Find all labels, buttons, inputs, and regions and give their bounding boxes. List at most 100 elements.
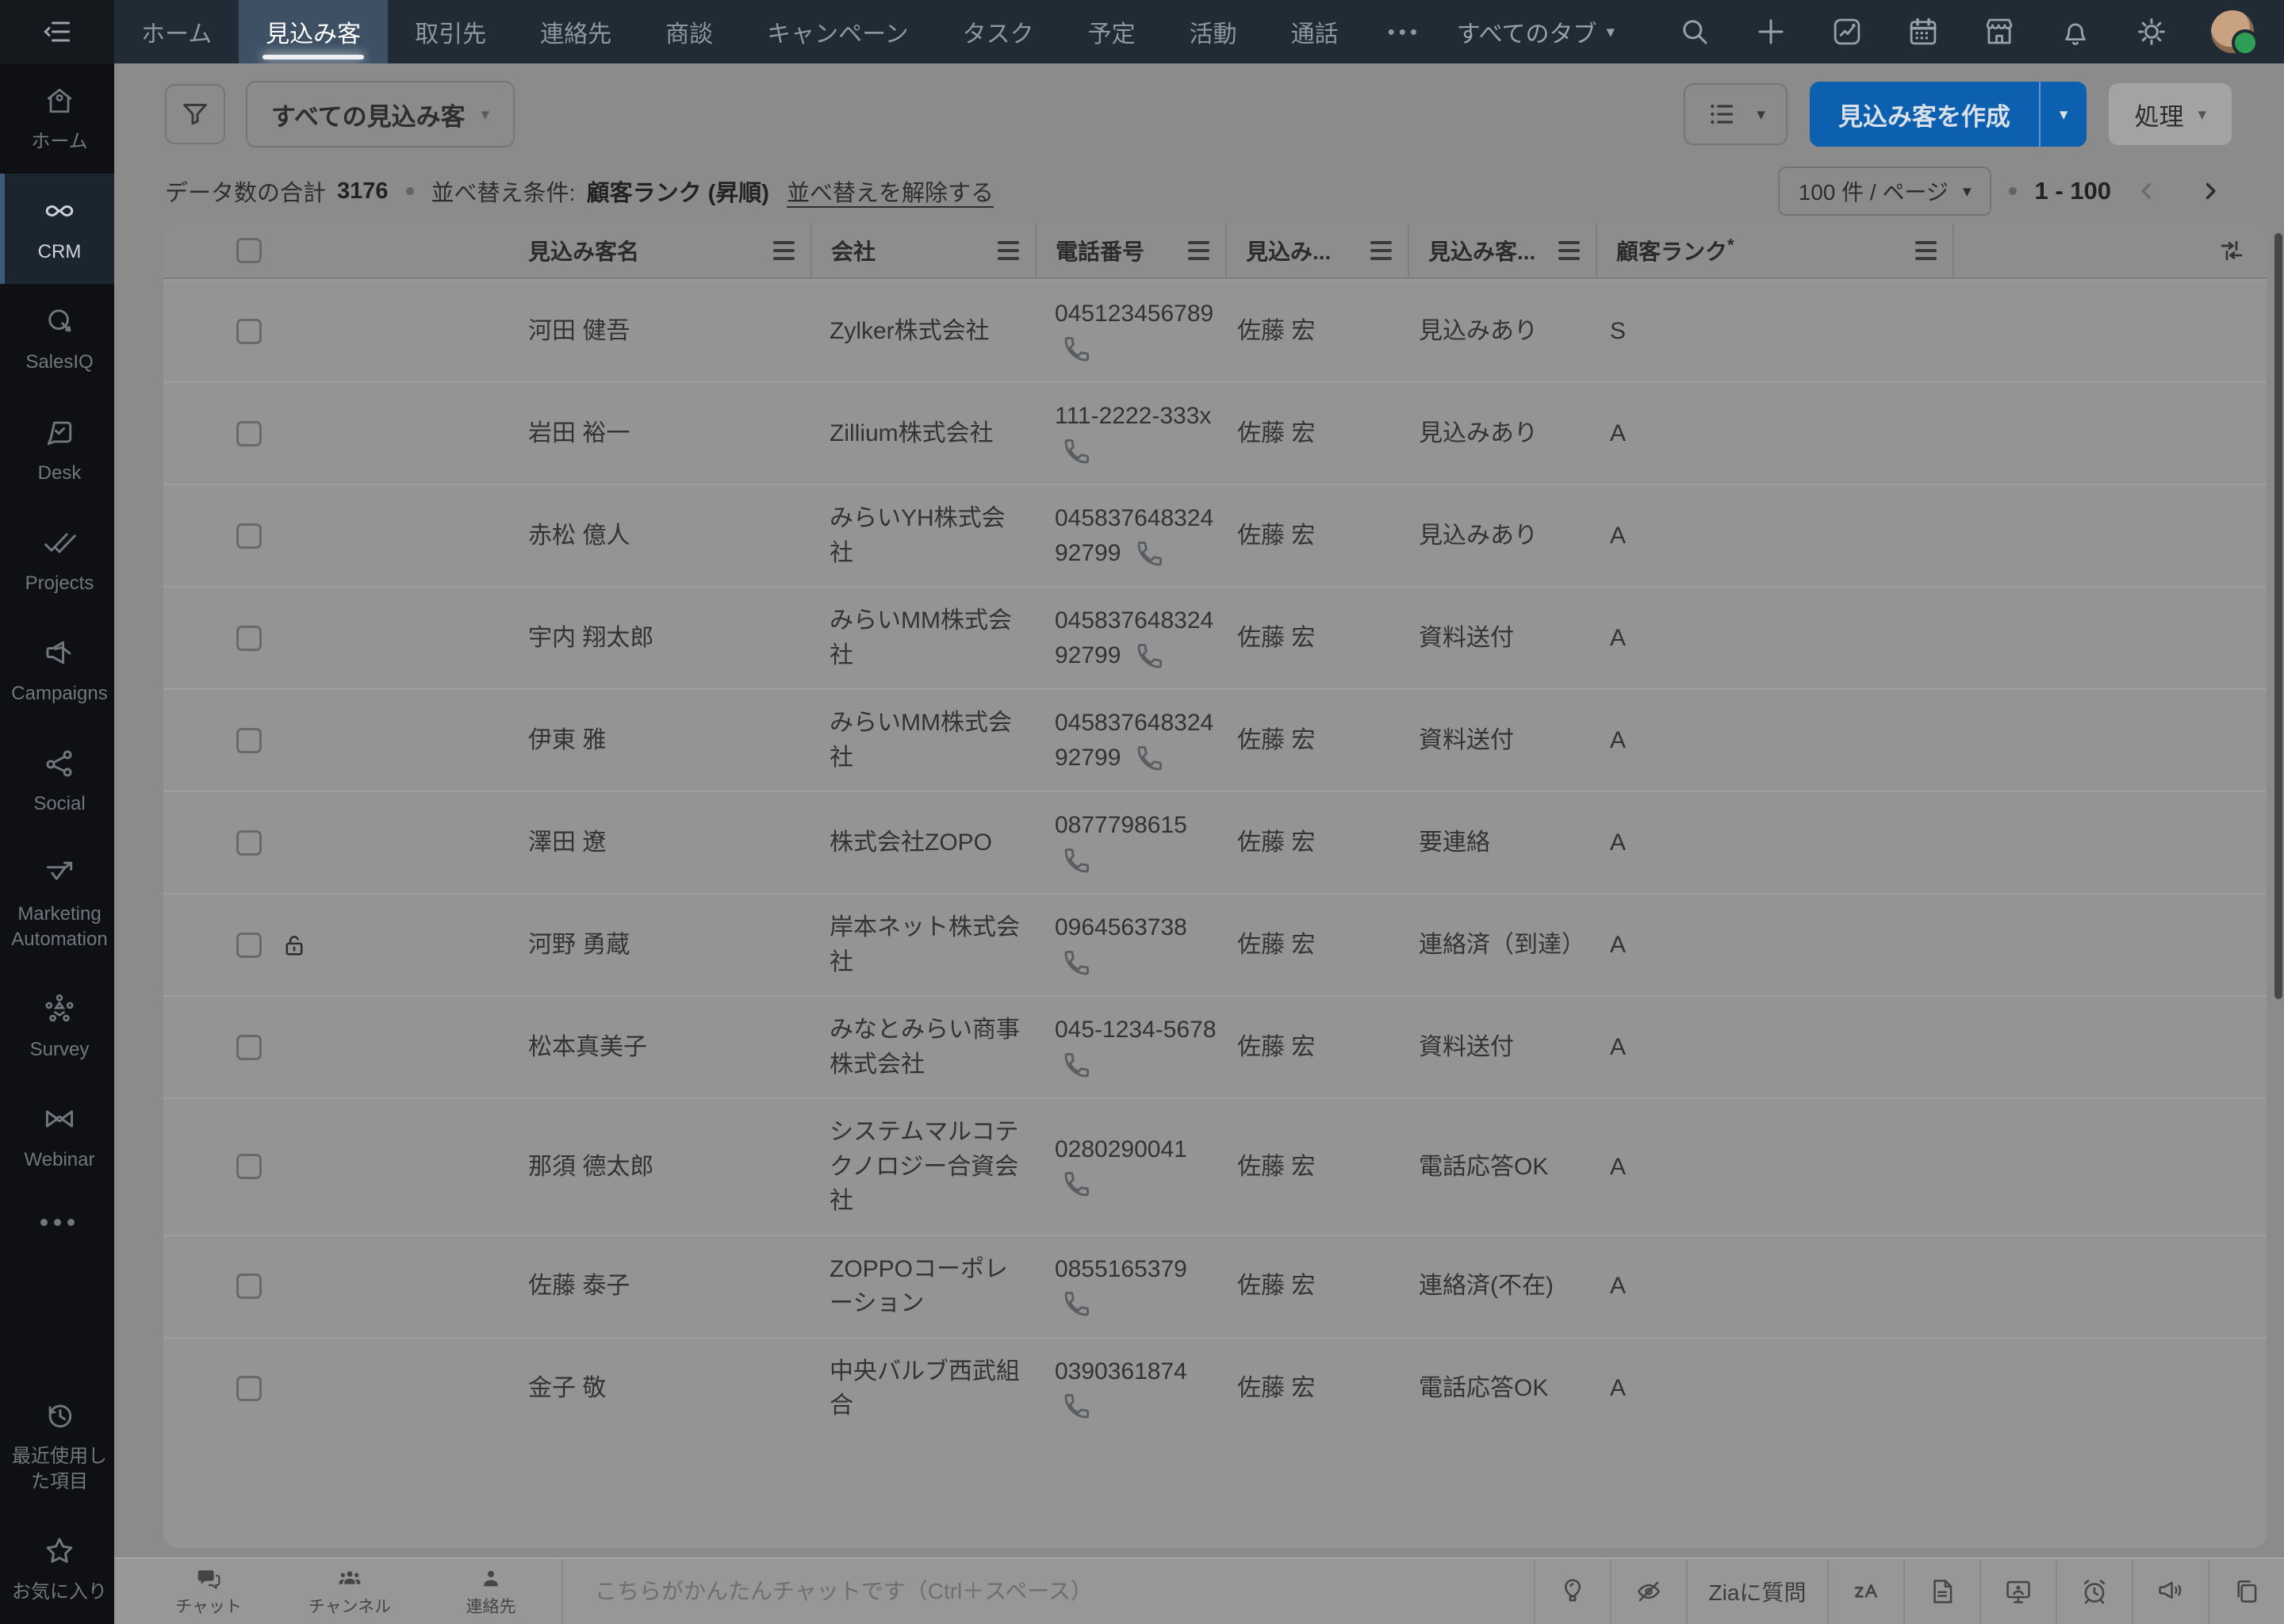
phone-call-icon[interactable]: [1061, 846, 1091, 876]
chat-tab[interactable]: チャット: [138, 1559, 279, 1624]
column-menu-icon[interactable]: [1370, 241, 1392, 260]
nav-tab[interactable]: 通話: [1264, 0, 1366, 63]
table-row[interactable]: 宇内 翔太郎 みらいMM株式会社 04583764832492799 佐藤 宏 …: [163, 586, 2267, 688]
table-row[interactable]: 佐藤 泰子 ZOPPOコーポレーション 0855165379 佐藤 宏 連絡済(…: [163, 1234, 2267, 1337]
table-row[interactable]: 澤田 遼 株式会社ZOPO 0877798615 佐藤 宏 要連絡 A: [163, 791, 2267, 893]
phone-call-icon[interactable]: [1061, 948, 1091, 979]
nav-tab[interactable]: 商談: [638, 0, 740, 63]
row-checkbox[interactable]: [236, 523, 262, 549]
row-checkbox[interactable]: [236, 1274, 262, 1299]
sidebar-item-projects[interactable]: Projects: [0, 505, 114, 615]
lead-name[interactable]: 那須 德太郎: [325, 1150, 811, 1185]
table-row[interactable]: 伊東 雅 みらいMM株式会社 04583764832492799 佐藤 宏 資料…: [163, 688, 2267, 791]
scrollbar-thumb[interactable]: [2274, 233, 2282, 999]
filter-button[interactable]: [165, 84, 225, 144]
notes-button[interactable]: [1903, 1559, 1979, 1624]
sidebar-item-favorites[interactable]: お気に入り: [0, 1514, 114, 1624]
lead-name[interactable]: 松本真美子: [325, 1030, 811, 1065]
process-actions-dropdown[interactable]: 処理 ▾: [2109, 83, 2232, 145]
wonder-balloon-button[interactable]: [1534, 1559, 1610, 1624]
sidebar-item-social[interactable]: Social: [0, 726, 114, 836]
ask-zia-button[interactable]: Ziaに質問: [1686, 1559, 1827, 1624]
table-row[interactable]: 岩田 裕一 Zillium株式会社 111-2222-333x 佐藤 宏 見込み…: [163, 381, 2267, 484]
row-checkbox[interactable]: [236, 318, 262, 344]
quick-chat-input[interactable]: [593, 1578, 1504, 1605]
sidebar-item-recent[interactable]: 最近使用した項目: [0, 1378, 114, 1513]
sort-condition-value[interactable]: 顧客ランク (昇順): [587, 174, 769, 208]
row-checkbox[interactable]: [236, 932, 262, 958]
lead-name[interactable]: 岩田 裕一: [325, 416, 811, 451]
nav-tab[interactable]: 取引先: [388, 0, 513, 63]
table-row[interactable]: 松本真美子 みなとみらい商事株式会社 045-1234-5678 佐藤 宏 資料…: [163, 995, 2267, 1097]
presentation-button[interactable]: [1979, 1559, 2056, 1624]
contacts-tab[interactable]: 連絡先: [420, 1559, 561, 1624]
hide-preview-button[interactable]: [1610, 1559, 1686, 1624]
column-menu-icon[interactable]: [773, 241, 795, 260]
phone-call-icon[interactable]: [1061, 1289, 1091, 1320]
next-page-button[interactable]: [2189, 170, 2232, 213]
column-header-customer-rank[interactable]: 顧客ランク*: [1596, 224, 1953, 278]
table-row[interactable]: 赤松 億人 みらいYH株式会社 04583764832492799 佐藤 宏 見…: [163, 484, 2267, 586]
nav-tab[interactable]: 予定: [1061, 0, 1163, 63]
list-view-style-dropdown[interactable]: ▾: [1684, 83, 1788, 145]
analytics-icon[interactable]: [1830, 15, 1864, 48]
table-row[interactable]: 河田 健吾 Zylker株式会社 045123456789 佐藤 宏 見込みあり…: [163, 279, 2267, 381]
nav-tab[interactable]: 連絡先: [513, 0, 638, 63]
phone-call-icon[interactable]: [1061, 1170, 1091, 1200]
row-checkbox[interactable]: [236, 625, 262, 651]
lead-name[interactable]: 金子 敬: [325, 1371, 811, 1406]
column-header-lead-status[interactable]: 見込み客...: [1408, 224, 1596, 278]
collapse-sidebar-button[interactable]: [0, 0, 114, 63]
nav-tab[interactable]: 活動: [1163, 0, 1264, 63]
zia-button[interactable]: [1827, 1559, 1903, 1624]
row-checkbox[interactable]: [236, 727, 262, 753]
view-selector-dropdown[interactable]: すべての見込み客 ▾: [246, 81, 515, 147]
sidebar-item-crm[interactable]: CRM: [0, 174, 114, 285]
nav-tab[interactable]: ホーム: [114, 0, 239, 63]
search-icon[interactable]: [1678, 15, 1711, 48]
sidebar-item-desk[interactable]: Desk: [0, 395, 114, 505]
sidebar-item-marketing-automation[interactable]: Marketing Automation: [0, 836, 114, 971]
column-menu-icon[interactable]: [1558, 241, 1580, 260]
sidebar-item-webinar[interactable]: Webinar: [0, 1082, 114, 1192]
phone-call-icon[interactable]: [1061, 1051, 1091, 1081]
sidebar-item-home[interactable]: ホーム: [0, 63, 114, 174]
phone-call-icon[interactable]: [1134, 539, 1164, 569]
column-header-company[interactable]: 会社: [811, 224, 1035, 278]
notifications-bell-icon[interactable]: [2059, 15, 2092, 48]
prev-page-button[interactable]: [2125, 170, 2168, 213]
create-lead-button[interactable]: 見込み客を作成: [1810, 82, 2039, 147]
table-row[interactable]: 金子 敬 中央バルブ西武組合 0390361874 佐藤 宏 電話応答OK A: [163, 1336, 2267, 1439]
phone-call-icon[interactable]: [1134, 642, 1164, 672]
lead-name[interactable]: 佐藤 泰子: [325, 1269, 811, 1304]
lead-name[interactable]: 澤田 遼: [325, 825, 811, 860]
table-row[interactable]: 河野 勇蔵 岸本ネット株式会社 0964563738 佐藤 宏 連絡済（到達） …: [163, 893, 2267, 995]
row-checkbox[interactable]: [236, 420, 262, 446]
sidebar-item-survey[interactable]: Survey: [0, 971, 114, 1082]
sidebar-item-salesiq[interactable]: SalesIQ: [0, 284, 114, 394]
phone-call-icon[interactable]: [1061, 335, 1091, 365]
select-all-checkbox[interactable]: [236, 238, 262, 263]
phone-call-icon[interactable]: [1061, 1392, 1091, 1422]
phone-call-icon[interactable]: [1134, 744, 1164, 774]
lead-name[interactable]: 河田 健吾: [325, 314, 811, 349]
phone-call-icon[interactable]: [1061, 437, 1091, 467]
calendar-icon[interactable]: [1907, 15, 1940, 48]
announcements-button[interactable]: [2132, 1559, 2208, 1624]
row-checkbox[interactable]: [236, 1154, 262, 1180]
column-menu-icon[interactable]: [1188, 241, 1209, 260]
copy-sheets-button[interactable]: [2208, 1559, 2284, 1624]
table-row[interactable]: 那須 德太郎 システムマルコテクノロジー合資会社 0280290041 佐藤 宏…: [163, 1097, 2267, 1235]
row-checkbox[interactable]: [236, 1376, 262, 1401]
manage-columns-icon[interactable]: [2217, 236, 2246, 265]
create-lead-dropdown-caret[interactable]: ▾: [2038, 82, 2087, 147]
clear-sort-link[interactable]: 並べ替えを解除する: [787, 174, 994, 208]
lead-name[interactable]: 宇内 翔太郎: [325, 621, 811, 656]
row-checkbox[interactable]: [236, 1034, 262, 1060]
lead-name[interactable]: 河野 勇蔵: [325, 928, 811, 963]
lead-name[interactable]: 伊東 雅: [325, 723, 811, 758]
column-menu-icon[interactable]: [1915, 241, 1937, 260]
marketplace-icon[interactable]: [1983, 15, 2016, 48]
lead-name[interactable]: 赤松 億人: [325, 519, 811, 553]
user-avatar[interactable]: [2211, 10, 2259, 56]
